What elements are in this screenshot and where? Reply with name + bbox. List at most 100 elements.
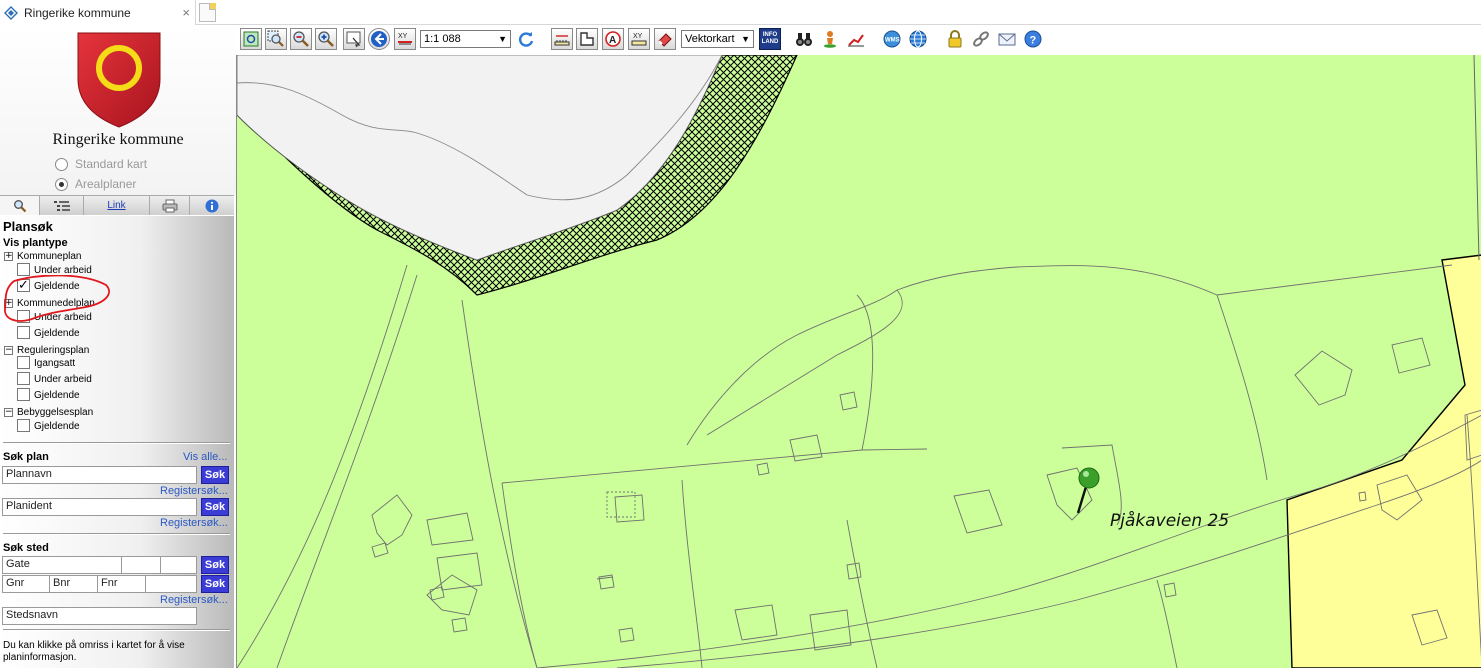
- checkbox-reguleringsplan-gjeldende[interactable]: Gjeldende: [17, 388, 80, 401]
- group-kommuneplan[interactable]: + Kommuneplan: [4, 251, 81, 262]
- refresh-button[interactable]: [515, 28, 537, 50]
- checkbox[interactable]: ✓: [17, 279, 30, 292]
- profile-button[interactable]: [845, 28, 867, 50]
- collapse-icon[interactable]: −: [4, 408, 13, 417]
- gate-input[interactable]: Gate: [2, 556, 122, 574]
- radio-label: Arealplaner: [75, 177, 137, 191]
- checkbox[interactable]: [17, 372, 30, 385]
- map-type-select[interactable]: Vektorkart ▼: [681, 30, 754, 48]
- checkbox-label: Igangsatt: [34, 358, 76, 369]
- checkbox[interactable]: [17, 310, 30, 323]
- tab-search[interactable]: [0, 196, 40, 215]
- xy-ruler-button[interactable]: XY: [628, 28, 650, 50]
- sok-gate-button[interactable]: Søk: [201, 556, 229, 574]
- measure-area-button[interactable]: [576, 28, 598, 50]
- sok-planident-button[interactable]: Søk: [201, 498, 229, 516]
- erase-button[interactable]: [654, 28, 676, 50]
- tab-info[interactable]: [190, 196, 234, 215]
- coordinate-button[interactable]: XY: [394, 28, 416, 50]
- checkbox-kommuneplan-under-arbeid[interactable]: Under arbeid: [17, 263, 92, 276]
- zoom-out-button[interactable]: [290, 28, 312, 50]
- expand-icon[interactable]: +: [4, 299, 13, 308]
- sok-plannavn-button[interactable]: Søk: [201, 466, 229, 484]
- radio-standard-kart[interactable]: Standard kart: [55, 157, 147, 171]
- vis-alle-link[interactable]: Vis alle...: [183, 451, 227, 463]
- help-button[interactable]: ?: [1022, 28, 1044, 50]
- browser-tab[interactable]: Ringerike kommune ×: [0, 0, 196, 25]
- help-icon: ?: [1024, 30, 1042, 48]
- tab-print[interactable]: [150, 196, 190, 215]
- radio-button[interactable]: [55, 177, 68, 191]
- bnr-input[interactable]: Bnr: [49, 575, 98, 593]
- registersok-link[interactable]: Registersøk...: [160, 517, 228, 529]
- divider: [3, 629, 230, 631]
- group-bebyggelsesplan[interactable]: − Bebyggelsesplan: [4, 407, 93, 418]
- registersok-link[interactable]: Registersøk...: [160, 485, 228, 497]
- tab-close-icon[interactable]: ×: [182, 5, 190, 20]
- group-kommunedelplan[interactable]: + Kommunedelplan: [4, 298, 95, 309]
- svg-text:A: A: [609, 35, 616, 46]
- wms-button[interactable]: WMS: [881, 28, 903, 50]
- checkbox[interactable]: [17, 419, 30, 432]
- checkbox-reguleringsplan-under-arbeid[interactable]: Under arbeid: [17, 372, 92, 385]
- location-pin-icon[interactable]: [1076, 467, 1100, 514]
- yellow-zone[interactable]: [1286, 254, 1481, 668]
- address-search-button[interactable]: A: [602, 28, 624, 50]
- browser-tab-title: Ringerike kommune: [24, 5, 131, 20]
- infoland-button[interactable]: INFO LAND: [759, 28, 781, 50]
- measure-distance-button[interactable]: [551, 28, 573, 50]
- email-button[interactable]: [996, 28, 1018, 50]
- checkbox-kommunedelplan-gjeldende[interactable]: Gjeldende: [17, 326, 80, 339]
- panel-subtitle: Vis plantype: [3, 237, 68, 249]
- zoom-in-button[interactable]: [315, 28, 337, 50]
- zoom-box-button[interactable]: [265, 28, 287, 50]
- stedsnavn-input[interactable]: Stedsnavn: [2, 607, 197, 625]
- back-button[interactable]: [368, 28, 390, 50]
- search-icon: [13, 199, 26, 212]
- link-button[interactable]: [970, 28, 992, 50]
- globe-button[interactable]: [907, 28, 929, 50]
- house-letter-input[interactable]: [160, 556, 197, 574]
- checkbox[interactable]: [17, 388, 30, 401]
- login-button[interactable]: [944, 28, 966, 50]
- person-pin-icon: [824, 31, 836, 48]
- registersok-link[interactable]: Registersøk...: [160, 594, 228, 606]
- radio-arealplaner[interactable]: Arealplaner: [55, 177, 136, 191]
- checkbox-reguleringsplan-igangsatt[interactable]: Igangsatt: [17, 356, 75, 369]
- checkbox-bebyggelsesplan-gjeldende[interactable]: Gjeldende: [17, 419, 80, 432]
- binoculars-button[interactable]: [793, 28, 815, 50]
- checkbox[interactable]: [17, 326, 30, 339]
- expand-icon[interactable]: +: [4, 252, 13, 261]
- map-canvas[interactable]: Pjåkaveien 25: [236, 55, 1481, 668]
- street-view-button[interactable]: [819, 28, 841, 50]
- plannavn-input[interactable]: Plannavn: [2, 466, 197, 484]
- sok-gnr-button[interactable]: Søk: [201, 575, 229, 593]
- checkbox-label: Under arbeid: [34, 312, 92, 323]
- radio-button[interactable]: [55, 157, 68, 171]
- info-icon: [205, 199, 219, 212]
- globe-icon: [909, 30, 927, 48]
- tab-layers[interactable]: [40, 196, 84, 215]
- pan-icon: [346, 31, 361, 48]
- house-number-input[interactable]: [121, 556, 161, 574]
- checkbox-kommuneplan-gjeldende[interactable]: ✓ Gjeldende: [17, 279, 80, 292]
- checkbox-label: Gjeldende: [34, 328, 80, 339]
- checkbox[interactable]: [17, 263, 30, 276]
- gnr-input[interactable]: Gnr: [2, 575, 50, 593]
- layers-icon: [53, 200, 70, 211]
- fnr-input[interactable]: Fnr: [97, 575, 146, 593]
- logo-area: Ringerike kommune Standard kart Arealpla…: [0, 25, 236, 195]
- scale-select[interactable]: 1:1 088 ▼: [420, 30, 511, 48]
- collapse-icon[interactable]: −: [4, 346, 13, 355]
- zoom-extent-button[interactable]: [240, 28, 262, 50]
- wms-globe-icon: WMS: [883, 30, 901, 48]
- group-reguleringsplan[interactable]: − Reguleringsplan: [4, 345, 89, 356]
- planident-input[interactable]: Planident: [2, 498, 197, 516]
- new-tab-button[interactable]: [199, 3, 216, 22]
- checkbox[interactable]: [17, 356, 30, 369]
- pan-button[interactable]: [343, 28, 365, 50]
- tab-link[interactable]: Link: [84, 196, 150, 215]
- snr-input[interactable]: [145, 575, 197, 593]
- checkbox-kommunedelplan-under-arbeid[interactable]: Under arbeid: [17, 310, 92, 323]
- map-type-value: Vektorkart: [685, 33, 735, 45]
